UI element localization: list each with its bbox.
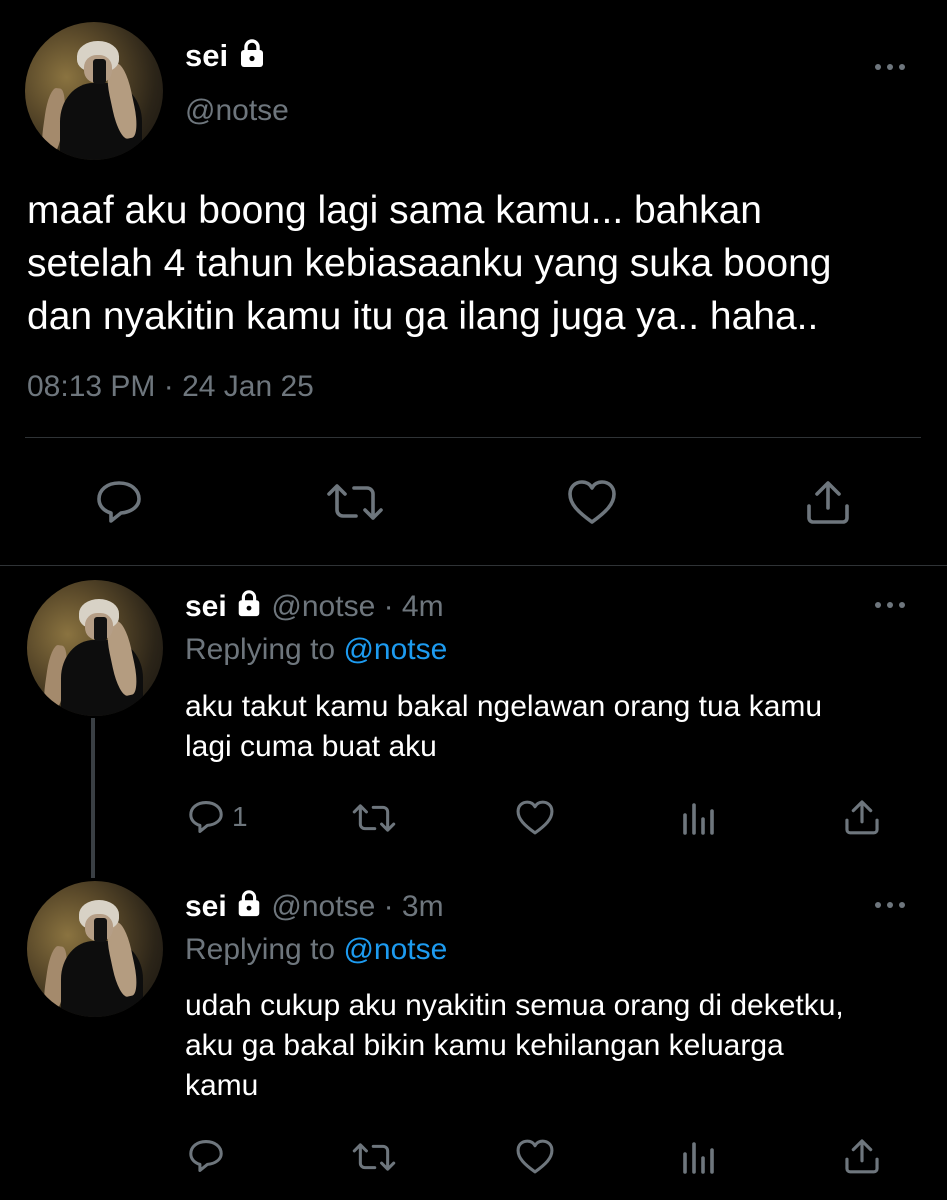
avatar-photo-phone [92,59,107,85]
analytics-icon[interactable] [681,801,715,835]
retweet-icon[interactable] [352,1140,396,1174]
more-options-icon[interactable] [873,600,909,610]
display-name[interactable]: sei [185,590,227,623]
replying-to: Replying to @notse [185,931,447,969]
reply-icon[interactable] [94,479,144,525]
reply-author-row: sei @notse · 3m [185,888,444,927]
replying-to: Replying to @notse [185,631,447,669]
tweet-text-line: maaf aku boong lagi sama kamu... bahkan [27,189,762,232]
reply-text: aku takut kamu bakal ngelawan orang tua … [185,687,822,767]
reply-text: udah cukup aku nyakitin semua orang di d… [185,986,844,1106]
display-name[interactable]: sei [185,890,227,923]
section-divider [0,565,947,566]
avatar-photo-phone [93,917,108,943]
share-icon[interactable] [843,798,881,836]
reply-count: 1 [232,801,248,832]
main-author-row: sei [185,36,267,78]
relative-time[interactable]: · 4m [384,590,444,623]
reply-text-line: lagi cuma buat aku [185,730,437,763]
reply-icon[interactable] [187,1138,225,1174]
relative-time[interactable]: · 3m [384,890,444,923]
divider [25,437,921,438]
like-icon[interactable] [515,799,555,836]
more-options-icon[interactable] [873,900,909,910]
lock-icon [235,889,263,927]
avatar[interactable] [27,881,163,1017]
timestamp[interactable]: 08:13 PM · 24 Jan 25 [27,368,314,406]
avatar[interactable] [27,580,163,716]
tweet-text-line: setelah 4 tahun kebiasaanku yang suka bo… [27,242,832,285]
replying-to-link[interactable]: @notse [343,933,447,966]
share-icon[interactable] [804,478,852,526]
share-icon[interactable] [843,1137,881,1175]
analytics-icon[interactable] [681,1140,715,1174]
handle[interactable]: @notse [271,590,375,623]
thread-connector-line [91,718,95,878]
lock-icon [237,38,267,78]
reply-text-line: aku ga bakal bikin kamu kehilangan kelua… [185,1029,784,1062]
like-icon[interactable] [566,478,618,526]
reply-text-line: udah cukup aku nyakitin semua orang di d… [185,989,844,1022]
retweet-icon[interactable] [352,801,396,835]
display-name[interactable]: sei [185,38,228,73]
reply-text-line: aku takut kamu bakal ngelawan orang tua … [185,690,823,723]
replying-to-label: Replying to [185,933,336,966]
reply-author-row: sei @notse · 4m [185,588,444,627]
retweet-icon[interactable] [326,480,384,524]
lock-icon [235,589,263,627]
avatar-photo-phone [93,616,108,642]
replying-to-label: Replying to [185,633,336,666]
handle[interactable]: @notse [185,92,289,130]
tweet-text-line: dan nyakitin kamu itu ga ilang juga ya..… [27,295,819,338]
avatar[interactable] [25,22,163,160]
reply-text-line: kamu [185,1069,259,1102]
like-icon[interactable] [515,1138,555,1175]
tweet-text: maaf aku boong lagi sama kamu... bahkan … [27,184,831,343]
more-options-icon[interactable] [873,62,909,72]
replying-to-link[interactable]: @notse [343,633,447,666]
handle[interactable]: @notse [271,890,375,923]
reply-icon[interactable] [187,799,225,835]
